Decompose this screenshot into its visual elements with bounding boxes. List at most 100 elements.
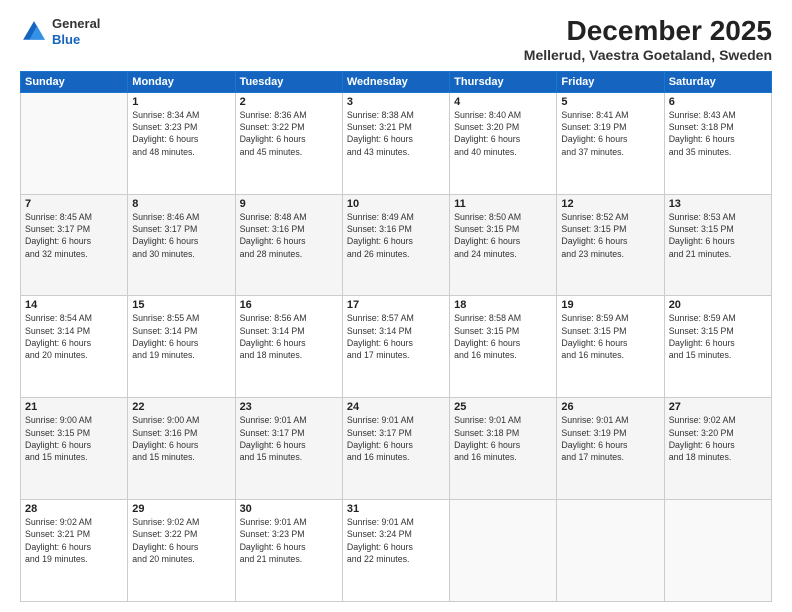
day-number: 23 — [240, 401, 338, 413]
day-number: 29 — [132, 503, 230, 515]
day-info: Sunrise: 8:45 AM Sunset: 3:17 PM Dayligh… — [25, 211, 123, 260]
table-row: 3Sunrise: 8:38 AM Sunset: 3:21 PM Daylig… — [342, 92, 449, 194]
day-number: 17 — [347, 299, 445, 311]
day-number: 4 — [454, 96, 552, 108]
table-row: 19Sunrise: 8:59 AM Sunset: 3:15 PM Dayli… — [557, 296, 664, 398]
logo-icon — [20, 18, 48, 46]
day-number: 13 — [669, 198, 767, 210]
table-row: 26Sunrise: 9:01 AM Sunset: 3:19 PM Dayli… — [557, 398, 664, 500]
day-number: 20 — [669, 299, 767, 311]
day-info: Sunrise: 8:57 AM Sunset: 3:14 PM Dayligh… — [347, 312, 445, 361]
calendar-week-row: 1Sunrise: 8:34 AM Sunset: 3:23 PM Daylig… — [21, 92, 772, 194]
day-info: Sunrise: 8:48 AM Sunset: 3:16 PM Dayligh… — [240, 211, 338, 260]
title-block: December 2025 Mellerud, Vaestra Goetalan… — [524, 16, 772, 63]
table-row: 4Sunrise: 8:40 AM Sunset: 3:20 PM Daylig… — [450, 92, 557, 194]
day-info: Sunrise: 8:53 AM Sunset: 3:15 PM Dayligh… — [669, 211, 767, 260]
table-row: 1Sunrise: 8:34 AM Sunset: 3:23 PM Daylig… — [128, 92, 235, 194]
day-info: Sunrise: 9:01 AM Sunset: 3:17 PM Dayligh… — [240, 414, 338, 463]
table-row: 29Sunrise: 9:02 AM Sunset: 3:22 PM Dayli… — [128, 500, 235, 602]
calendar-week-row: 28Sunrise: 9:02 AM Sunset: 3:21 PM Dayli… — [21, 500, 772, 602]
day-info: Sunrise: 9:02 AM Sunset: 3:21 PM Dayligh… — [25, 516, 123, 565]
logo-general: General — [52, 16, 100, 31]
day-number: 2 — [240, 96, 338, 108]
table-row: 10Sunrise: 8:49 AM Sunset: 3:16 PM Dayli… — [342, 194, 449, 296]
day-info: Sunrise: 9:00 AM Sunset: 3:15 PM Dayligh… — [25, 414, 123, 463]
day-info: Sunrise: 8:58 AM Sunset: 3:15 PM Dayligh… — [454, 312, 552, 361]
logo-blue: Blue — [52, 32, 80, 47]
col-monday: Monday — [128, 71, 235, 92]
col-saturday: Saturday — [664, 71, 771, 92]
table-row: 14Sunrise: 8:54 AM Sunset: 3:14 PM Dayli… — [21, 296, 128, 398]
page-subtitle: Mellerud, Vaestra Goetaland, Sweden — [524, 47, 772, 63]
table-row: 16Sunrise: 8:56 AM Sunset: 3:14 PM Dayli… — [235, 296, 342, 398]
day-info: Sunrise: 8:56 AM Sunset: 3:14 PM Dayligh… — [240, 312, 338, 361]
table-row: 20Sunrise: 8:59 AM Sunset: 3:15 PM Dayli… — [664, 296, 771, 398]
day-info: Sunrise: 8:55 AM Sunset: 3:14 PM Dayligh… — [132, 312, 230, 361]
table-row: 27Sunrise: 9:02 AM Sunset: 3:20 PM Dayli… — [664, 398, 771, 500]
table-row: 2Sunrise: 8:36 AM Sunset: 3:22 PM Daylig… — [235, 92, 342, 194]
day-info: Sunrise: 9:01 AM Sunset: 3:18 PM Dayligh… — [454, 414, 552, 463]
day-number: 24 — [347, 401, 445, 413]
day-number: 14 — [25, 299, 123, 311]
day-number: 26 — [561, 401, 659, 413]
col-sunday: Sunday — [21, 71, 128, 92]
day-info: Sunrise: 8:50 AM Sunset: 3:15 PM Dayligh… — [454, 211, 552, 260]
table-row: 24Sunrise: 9:01 AM Sunset: 3:17 PM Dayli… — [342, 398, 449, 500]
day-number: 5 — [561, 96, 659, 108]
day-info: Sunrise: 9:01 AM Sunset: 3:23 PM Dayligh… — [240, 516, 338, 565]
day-info: Sunrise: 9:01 AM Sunset: 3:24 PM Dayligh… — [347, 516, 445, 565]
day-info: Sunrise: 8:38 AM Sunset: 3:21 PM Dayligh… — [347, 109, 445, 158]
day-number: 8 — [132, 198, 230, 210]
day-number: 21 — [25, 401, 123, 413]
table-row: 31Sunrise: 9:01 AM Sunset: 3:24 PM Dayli… — [342, 500, 449, 602]
day-info: Sunrise: 8:41 AM Sunset: 3:19 PM Dayligh… — [561, 109, 659, 158]
day-info: Sunrise: 9:02 AM Sunset: 3:20 PM Dayligh… — [669, 414, 767, 463]
day-number: 9 — [240, 198, 338, 210]
calendar-header-row: Sunday Monday Tuesday Wednesday Thursday… — [21, 71, 772, 92]
page: General Blue December 2025 Mellerud, Vae… — [0, 0, 792, 612]
table-row: 7Sunrise: 8:45 AM Sunset: 3:17 PM Daylig… — [21, 194, 128, 296]
table-row: 18Sunrise: 8:58 AM Sunset: 3:15 PM Dayli… — [450, 296, 557, 398]
calendar-week-row: 7Sunrise: 8:45 AM Sunset: 3:17 PM Daylig… — [21, 194, 772, 296]
table-row: 23Sunrise: 9:01 AM Sunset: 3:17 PM Dayli… — [235, 398, 342, 500]
day-info: Sunrise: 9:01 AM Sunset: 3:17 PM Dayligh… — [347, 414, 445, 463]
day-info: Sunrise: 8:34 AM Sunset: 3:23 PM Dayligh… — [132, 109, 230, 158]
day-info: Sunrise: 8:59 AM Sunset: 3:15 PM Dayligh… — [669, 312, 767, 361]
day-number: 1 — [132, 96, 230, 108]
logo-text: General Blue — [52, 16, 100, 47]
day-number: 16 — [240, 299, 338, 311]
day-number: 25 — [454, 401, 552, 413]
day-info: Sunrise: 8:46 AM Sunset: 3:17 PM Dayligh… — [132, 211, 230, 260]
day-number: 30 — [240, 503, 338, 515]
col-thursday: Thursday — [450, 71, 557, 92]
page-title: December 2025 — [524, 16, 772, 47]
table-row — [450, 500, 557, 602]
table-row: 13Sunrise: 8:53 AM Sunset: 3:15 PM Dayli… — [664, 194, 771, 296]
day-number: 28 — [25, 503, 123, 515]
calendar-table: Sunday Monday Tuesday Wednesday Thursday… — [20, 71, 772, 602]
day-number: 27 — [669, 401, 767, 413]
calendar-week-row: 14Sunrise: 8:54 AM Sunset: 3:14 PM Dayli… — [21, 296, 772, 398]
calendar-week-row: 21Sunrise: 9:00 AM Sunset: 3:15 PM Dayli… — [21, 398, 772, 500]
day-info: Sunrise: 8:36 AM Sunset: 3:22 PM Dayligh… — [240, 109, 338, 158]
col-tuesday: Tuesday — [235, 71, 342, 92]
day-info: Sunrise: 8:52 AM Sunset: 3:15 PM Dayligh… — [561, 211, 659, 260]
table-row: 12Sunrise: 8:52 AM Sunset: 3:15 PM Dayli… — [557, 194, 664, 296]
table-row: 17Sunrise: 8:57 AM Sunset: 3:14 PM Dayli… — [342, 296, 449, 398]
header: General Blue December 2025 Mellerud, Vae… — [20, 16, 772, 63]
table-row — [557, 500, 664, 602]
table-row: 8Sunrise: 8:46 AM Sunset: 3:17 PM Daylig… — [128, 194, 235, 296]
day-number: 18 — [454, 299, 552, 311]
day-info: Sunrise: 8:59 AM Sunset: 3:15 PM Dayligh… — [561, 312, 659, 361]
day-number: 6 — [669, 96, 767, 108]
table-row: 25Sunrise: 9:01 AM Sunset: 3:18 PM Dayli… — [450, 398, 557, 500]
col-wednesday: Wednesday — [342, 71, 449, 92]
table-row: 5Sunrise: 8:41 AM Sunset: 3:19 PM Daylig… — [557, 92, 664, 194]
table-row: 28Sunrise: 9:02 AM Sunset: 3:21 PM Dayli… — [21, 500, 128, 602]
table-row — [664, 500, 771, 602]
day-number: 11 — [454, 198, 552, 210]
day-number: 3 — [347, 96, 445, 108]
day-info: Sunrise: 8:54 AM Sunset: 3:14 PM Dayligh… — [25, 312, 123, 361]
table-row: 11Sunrise: 8:50 AM Sunset: 3:15 PM Dayli… — [450, 194, 557, 296]
table-row: 15Sunrise: 8:55 AM Sunset: 3:14 PM Dayli… — [128, 296, 235, 398]
